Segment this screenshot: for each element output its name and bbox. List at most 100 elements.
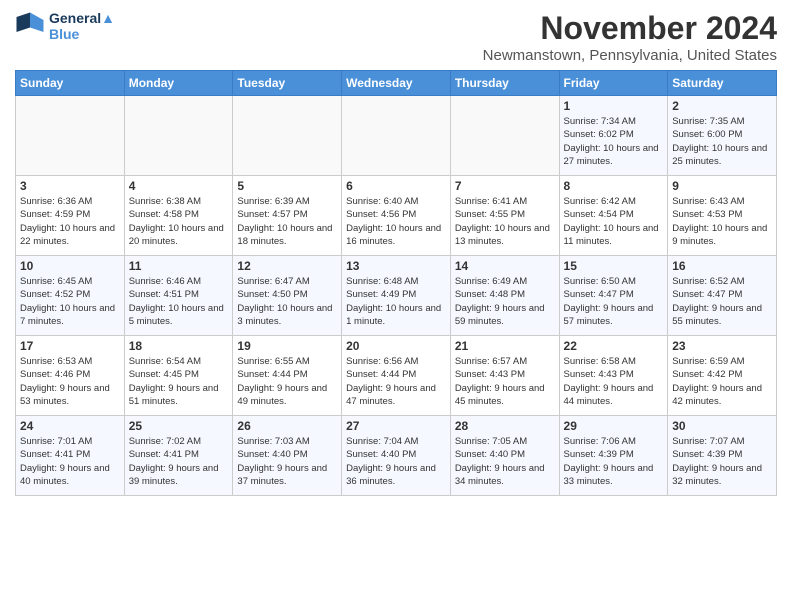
day-number: 2	[672, 99, 772, 113]
day-cell: 7Sunrise: 6:41 AM Sunset: 4:55 PM Daylig…	[450, 176, 559, 256]
day-info: Sunrise: 7:05 AM Sunset: 4:40 PM Dayligh…	[455, 435, 555, 488]
week-row-2: 3 Sunrise: 6:36 AM Sunset: 4:59 PM Daylig…	[16, 176, 777, 256]
day-info: Sunrise: 7:03 AM Sunset: 4:40 PM Dayligh…	[237, 435, 337, 488]
subtitle: Newmanstown, Pennsylvania, United States	[483, 47, 777, 64]
day-number: 24	[20, 419, 120, 433]
day-number: 11	[129, 259, 229, 273]
day-number: 18	[129, 339, 229, 353]
day-cell: 3 Sunrise: 6:36 AM Sunset: 4:59 PM Daylig…	[16, 176, 125, 256]
day-info: Sunrise: 6:39 AM Sunset: 4:57 PM Dayligh…	[237, 195, 337, 248]
day-number: 30	[672, 419, 772, 433]
header-wednesday: Wednesday	[342, 71, 451, 96]
day-cell: 28 Sunrise: 7:05 AM Sunset: 4:40 PM Dayli…	[450, 416, 559, 496]
day-cell: 19 Sunrise: 6:55 AM Sunset: 4:44 PM Dayli…	[233, 336, 342, 416]
day-cell: 4 Sunrise: 6:38 AM Sunset: 4:58 PM Daylig…	[124, 176, 233, 256]
week-row-4: 17Sunrise: 6:53 AM Sunset: 4:46 PM Dayli…	[16, 336, 777, 416]
main-title: November 2024	[483, 10, 777, 47]
day-number: 22	[564, 339, 664, 353]
day-info: Sunrise: 7:34 AM Sunset: 6:02 PM Dayligh…	[564, 115, 664, 168]
day-info: Sunrise: 6:59 AM Sunset: 4:42 PM Dayligh…	[672, 355, 772, 408]
day-cell: 1 Sunrise: 7:34 AM Sunset: 6:02 PM Daylig…	[559, 96, 668, 176]
day-cell: 23 Sunrise: 6:59 AM Sunset: 4:42 PM Dayli…	[668, 336, 777, 416]
week-row-5: 24 Sunrise: 7:01 AM Sunset: 4:41 PM Dayli…	[16, 416, 777, 496]
day-info: Sunrise: 6:38 AM Sunset: 4:58 PM Dayligh…	[129, 195, 229, 248]
day-info: Sunrise: 6:40 AM Sunset: 4:56 PM Dayligh…	[346, 195, 446, 248]
day-number: 23	[672, 339, 772, 353]
day-number: 12	[237, 259, 337, 273]
day-info: Sunrise: 7:01 AM Sunset: 4:41 PM Dayligh…	[20, 435, 120, 488]
header-tuesday: Tuesday	[233, 71, 342, 96]
day-number: 19	[237, 339, 337, 353]
day-cell: 15Sunrise: 6:50 AM Sunset: 4:47 PM Dayli…	[559, 256, 668, 336]
logo: General▲ Blue	[15, 10, 115, 42]
day-info: Sunrise: 6:45 AM Sunset: 4:52 PM Dayligh…	[20, 275, 120, 328]
day-info: Sunrise: 6:41 AM Sunset: 4:55 PM Dayligh…	[455, 195, 555, 248]
day-info: Sunrise: 6:36 AM Sunset: 4:59 PM Dayligh…	[20, 195, 120, 248]
week-row-3: 10Sunrise: 6:45 AM Sunset: 4:52 PM Dayli…	[16, 256, 777, 336]
day-number: 1	[564, 99, 664, 113]
day-number: 6	[346, 179, 446, 193]
day-number: 8	[564, 179, 664, 193]
day-info: Sunrise: 6:42 AM Sunset: 4:54 PM Dayligh…	[564, 195, 664, 248]
day-number: 28	[455, 419, 555, 433]
header-sunday: Sunday	[16, 71, 125, 96]
header-saturday: Saturday	[668, 71, 777, 96]
day-info: Sunrise: 6:56 AM Sunset: 4:44 PM Dayligh…	[346, 355, 446, 408]
day-cell: 9 Sunrise: 6:43 AM Sunset: 4:53 PM Daylig…	[668, 176, 777, 256]
day-number: 5	[237, 179, 337, 193]
header-thursday: Thursday	[450, 71, 559, 96]
logo-icon	[15, 11, 45, 41]
day-info: Sunrise: 7:35 AM Sunset: 6:00 PM Dayligh…	[672, 115, 772, 168]
title-block: November 2024 Newmanstown, Pennsylvania,…	[483, 10, 777, 64]
day-cell: 16 Sunrise: 6:52 AM Sunset: 4:47 PM Dayli…	[668, 256, 777, 336]
day-number: 14	[455, 259, 555, 273]
day-number: 20	[346, 339, 446, 353]
day-info: Sunrise: 6:49 AM Sunset: 4:48 PM Dayligh…	[455, 275, 555, 328]
day-cell: 13 Sunrise: 6:48 AM Sunset: 4:49 PM Dayli…	[342, 256, 451, 336]
day-cell: 29Sunrise: 7:06 AM Sunset: 4:39 PM Dayli…	[559, 416, 668, 496]
day-cell: 5 Sunrise: 6:39 AM Sunset: 4:57 PM Daylig…	[233, 176, 342, 256]
day-number: 25	[129, 419, 229, 433]
header-friday: Friday	[559, 71, 668, 96]
day-info: Sunrise: 6:48 AM Sunset: 4:49 PM Dayligh…	[346, 275, 446, 328]
day-info: Sunrise: 7:02 AM Sunset: 4:41 PM Dayligh…	[129, 435, 229, 488]
day-info: Sunrise: 6:54 AM Sunset: 4:45 PM Dayligh…	[129, 355, 229, 408]
day-number: 17	[20, 339, 120, 353]
day-cell: 10Sunrise: 6:45 AM Sunset: 4:52 PM Dayli…	[16, 256, 125, 336]
day-cell: 25 Sunrise: 7:02 AM Sunset: 4:41 PM Dayli…	[124, 416, 233, 496]
day-info: Sunrise: 6:47 AM Sunset: 4:50 PM Dayligh…	[237, 275, 337, 328]
day-number: 9	[672, 179, 772, 193]
day-info: Sunrise: 6:46 AM Sunset: 4:51 PM Dayligh…	[129, 275, 229, 328]
day-number: 13	[346, 259, 446, 273]
day-cell	[450, 96, 559, 176]
day-cell	[16, 96, 125, 176]
day-number: 3	[20, 179, 120, 193]
day-cell: 17Sunrise: 6:53 AM Sunset: 4:46 PM Dayli…	[16, 336, 125, 416]
day-number: 27	[346, 419, 446, 433]
day-info: Sunrise: 6:55 AM Sunset: 4:44 PM Dayligh…	[237, 355, 337, 408]
day-cell: 24 Sunrise: 7:01 AM Sunset: 4:41 PM Dayli…	[16, 416, 125, 496]
day-info: Sunrise: 6:57 AM Sunset: 4:43 PM Dayligh…	[455, 355, 555, 408]
header-monday: Monday	[124, 71, 233, 96]
day-info: Sunrise: 6:43 AM Sunset: 4:53 PM Dayligh…	[672, 195, 772, 248]
day-cell: 26Sunrise: 7:03 AM Sunset: 4:40 PM Dayli…	[233, 416, 342, 496]
day-cell: 6 Sunrise: 6:40 AM Sunset: 4:56 PM Daylig…	[342, 176, 451, 256]
calendar: SundayMondayTuesdayWednesdayThursdayFrid…	[15, 70, 777, 496]
header: General▲ Blue November 2024 Newmanstown,…	[15, 10, 777, 64]
day-number: 21	[455, 339, 555, 353]
page: General▲ Blue November 2024 Newmanstown,…	[0, 0, 792, 612]
day-number: 16	[672, 259, 772, 273]
day-info: Sunrise: 7:04 AM Sunset: 4:40 PM Dayligh…	[346, 435, 446, 488]
day-cell: 20 Sunrise: 6:56 AM Sunset: 4:44 PM Dayli…	[342, 336, 451, 416]
logo-text: General▲ Blue	[49, 10, 115, 42]
day-cell: 14 Sunrise: 6:49 AM Sunset: 4:48 PM Dayli…	[450, 256, 559, 336]
day-number: 4	[129, 179, 229, 193]
day-cell: 21 Sunrise: 6:57 AM Sunset: 4:43 PM Dayli…	[450, 336, 559, 416]
calendar-header-row: SundayMondayTuesdayWednesdayThursdayFrid…	[16, 71, 777, 96]
day-info: Sunrise: 7:06 AM Sunset: 4:39 PM Dayligh…	[564, 435, 664, 488]
day-info: Sunrise: 6:50 AM Sunset: 4:47 PM Dayligh…	[564, 275, 664, 328]
day-cell: 30Sunrise: 7:07 AM Sunset: 4:39 PM Dayli…	[668, 416, 777, 496]
day-cell: 11 Sunrise: 6:46 AM Sunset: 4:51 PM Dayli…	[124, 256, 233, 336]
day-info: Sunrise: 6:52 AM Sunset: 4:47 PM Dayligh…	[672, 275, 772, 328]
day-cell: 2 Sunrise: 7:35 AM Sunset: 6:00 PM Daylig…	[668, 96, 777, 176]
